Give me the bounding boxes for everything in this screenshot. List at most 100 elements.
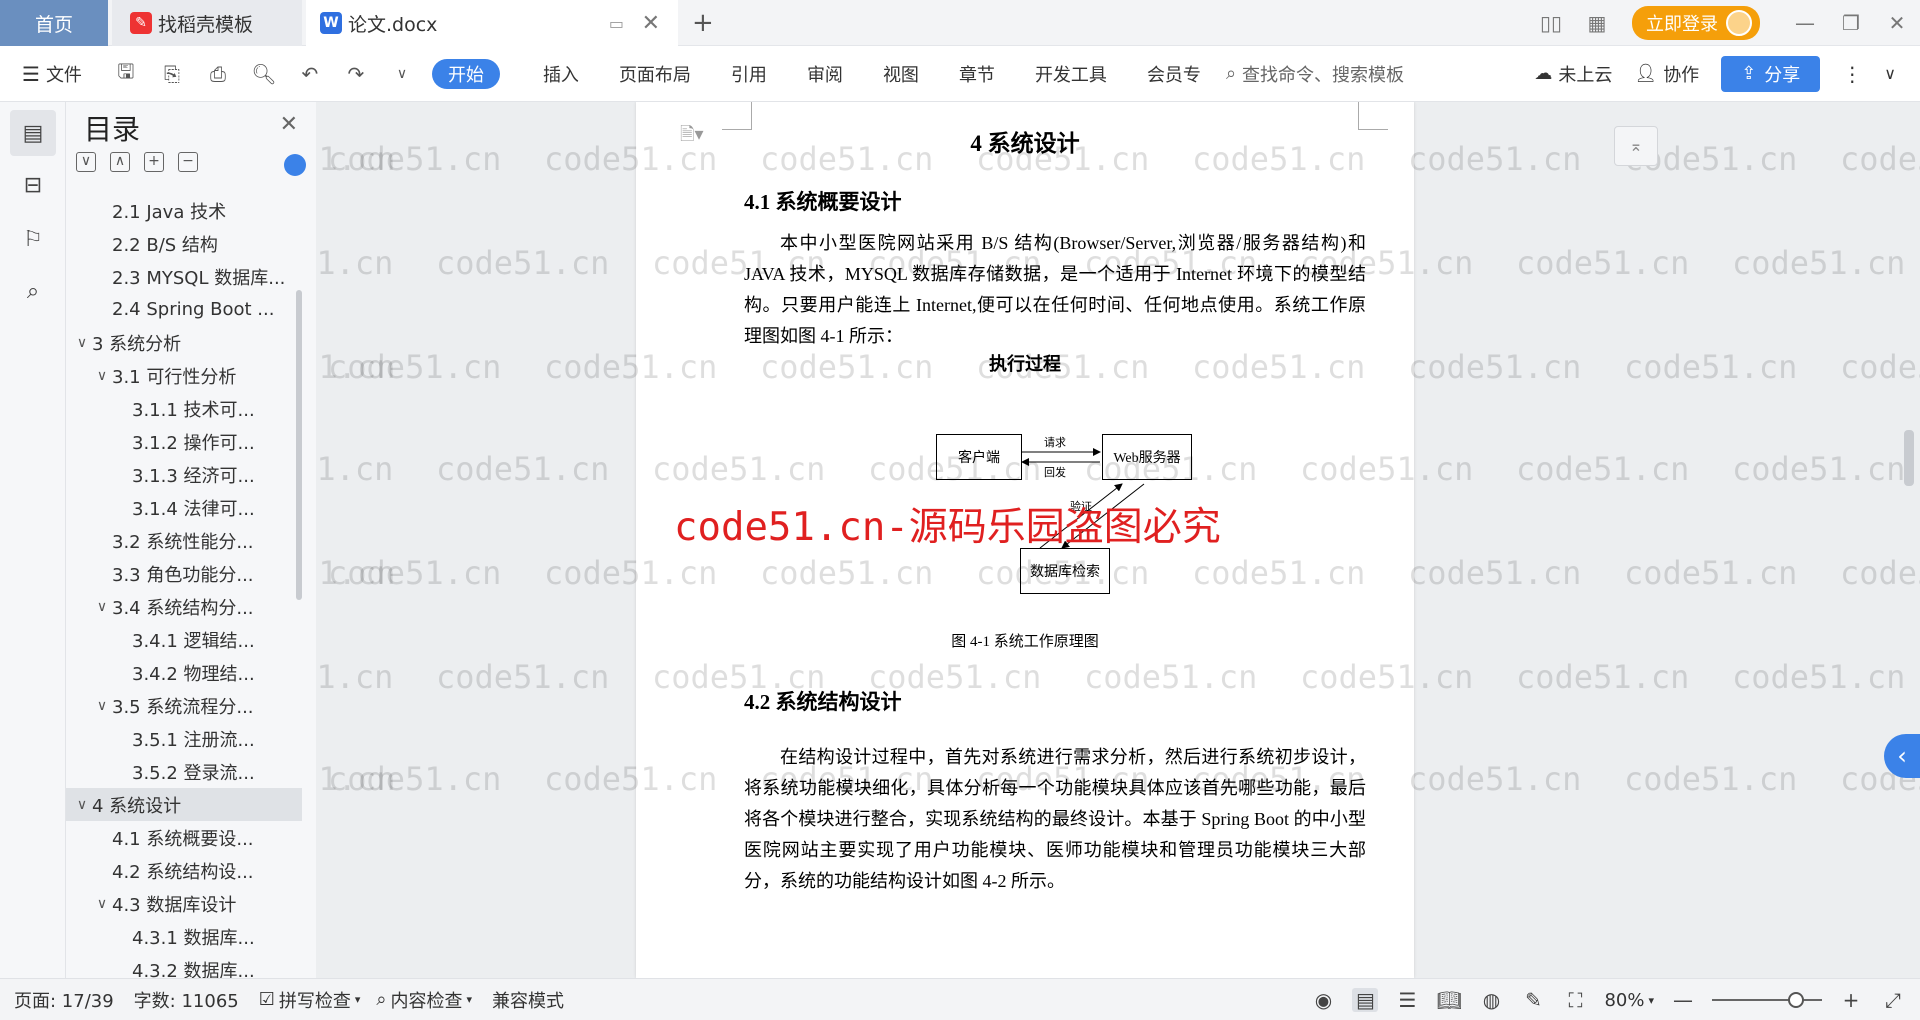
save-icon[interactable]: 🖫 (106, 59, 146, 89)
reading-view-icon[interactable]: 📖︎ (1436, 988, 1462, 1012)
file-menu[interactable]: ☰ 文件 (22, 61, 82, 87)
command-search[interactable]: ⌕ 查找命令、搜索模板 (1226, 61, 1404, 87)
fit-page-icon[interactable]: ⛶ (1562, 988, 1588, 1012)
ribbon-tab-section[interactable]: 章节 (942, 61, 1012, 87)
collab-button[interactable]: 👤︎ 协作 (1634, 61, 1699, 87)
toc-item[interactable]: 3.4.2 物理结... (66, 656, 302, 689)
print-icon[interactable]: ⎙ (198, 59, 238, 89)
toc-item[interactable]: 4.3.2 数据库... (66, 953, 302, 979)
chapter-heading[interactable]: 4 系统设计 (636, 124, 1414, 158)
zoom-slider-knob[interactable] (1788, 992, 1804, 1008)
toc-item[interactable]: 3.1.4 法律可... (66, 491, 302, 524)
toc-item[interactable]: 3.2 系统性能分... (66, 524, 302, 557)
tab-home[interactable]: 首页 (0, 0, 108, 46)
undo-icon[interactable]: ↶ (290, 59, 330, 89)
add-heading-icon[interactable]: + (144, 152, 164, 172)
toc-item[interactable]: 3.5.1 注册流... (66, 722, 302, 755)
toc-item[interactable]: 3.5.2 登录流... (66, 755, 302, 788)
toc-scrollbar[interactable] (296, 290, 302, 600)
cloud-status[interactable]: ☁ 未上云 (1534, 61, 1612, 87)
tab-document[interactable]: W 论文.docx ▭ ✕ (306, 0, 678, 46)
outline-view-icon[interactable]: ☰ (1394, 988, 1420, 1012)
toc-item[interactable]: 4.1 系统概要设... (66, 821, 302, 854)
toc-item[interactable]: 2.4 Spring Boot ... (66, 293, 302, 326)
ribbon-tab-layout[interactable]: 页面布局 (602, 61, 708, 87)
remove-heading-icon[interactable]: − (178, 152, 198, 172)
toc-item[interactable]: ∨ 4.3 数据库设计 (66, 887, 302, 920)
layout-icon[interactable]: ▯▯ (1528, 11, 1574, 35)
web-view-icon[interactable]: ◍ (1478, 988, 1504, 1012)
ai-assistant-icon[interactable] (284, 154, 306, 176)
toc-item[interactable]: ∨ 3.1 可行性分析 (66, 359, 302, 392)
tab-monitor-icon[interactable]: ▭ (609, 14, 624, 33)
ribbon-tab-developer[interactable]: 开发工具 (1018, 61, 1124, 87)
toc-item[interactable]: 2.1 Java 技术 (66, 194, 302, 227)
spell-check-button[interactable]: ☑ 拼写检查 ▾ (259, 987, 361, 1013)
toc-item[interactable]: ∨ 3.4 系统结构分... (66, 590, 302, 623)
chevron-down-icon[interactable]: ∨ (92, 698, 112, 714)
toc-close-icon[interactable]: ✕ (280, 112, 298, 137)
word-count[interactable]: 字数: 11065 (134, 987, 239, 1013)
toc-item[interactable]: ∨ 3 系统分析 (66, 326, 302, 359)
chevron-down-icon[interactable]: ∨ (92, 368, 112, 384)
toc-item[interactable]: 3.1.1 技术可... (66, 392, 302, 425)
paragraph-2[interactable]: 在结构设计过程中，首先对系统进行需求分析，然后进行系统初步设计，将系统功能模块细… (744, 742, 1366, 897)
page-indicator[interactable]: 页面: 17/39 (14, 987, 114, 1013)
ribbon-tab-view[interactable]: 视图 (866, 61, 936, 87)
tab-close-icon[interactable]: ✕ (642, 11, 660, 36)
restore-icon[interactable]: ❐ (1828, 11, 1874, 35)
ribbon-tab-home[interactable]: 开始 (431, 58, 500, 89)
ribbon-tab-insert[interactable]: 插入 (526, 61, 596, 87)
grid-apps-icon[interactable]: ▦ (1574, 11, 1620, 35)
ribbon-tab-review[interactable]: 审阅 (790, 61, 860, 87)
toc-item[interactable]: 2.3 MYSQL 数据库... (66, 260, 302, 293)
ribbon-tab-references[interactable]: 引用 (714, 61, 784, 87)
toc-item[interactable]: 3.1.2 操作可... (66, 425, 302, 458)
minimize-icon[interactable]: — (1782, 11, 1828, 35)
chevron-down-icon[interactable]: ∨ (92, 896, 112, 912)
page-view-icon[interactable]: ▤ (1352, 988, 1379, 1012)
tab-template[interactable]: ✎ 找稻壳模板 (112, 0, 302, 46)
window-close-icon[interactable]: ✕ (1874, 11, 1920, 35)
eye-protect-icon[interactable]: ◉ (1310, 988, 1336, 1012)
toc-item[interactable]: ∨ 3.5 系统流程分... (66, 689, 302, 722)
zoom-out-icon[interactable]: — (1670, 988, 1696, 1012)
ribbon-tab-member[interactable]: 会员专 (1130, 61, 1218, 87)
preview-icon[interactable]: 🔍︎ (244, 59, 284, 89)
zoom-in-icon[interactable]: + (1838, 988, 1864, 1012)
toc-item[interactable]: 4.3.1 数据库... (66, 920, 302, 953)
new-tab-icon[interactable]: + (692, 8, 714, 38)
toc-item[interactable]: 3.3 角色功能分... (66, 557, 302, 590)
write-mode-icon[interactable]: ✎ (1520, 988, 1546, 1012)
collapse-all-icon[interactable]: ∧ (110, 152, 130, 172)
section-heading-1[interactable]: 4.1 系统概要设计 (744, 186, 902, 216)
export-icon[interactable]: ⎘ (152, 59, 192, 89)
redo-icon[interactable]: ↷ (336, 59, 376, 89)
chevron-down-icon[interactable]: ∨ (72, 797, 92, 813)
navigation-icon[interactable]: ⊟ (10, 162, 56, 208)
toc-item[interactable]: 3.4.1 逻辑结... (66, 623, 302, 656)
side-tool-button[interactable]: ⌅ (1614, 126, 1658, 166)
login-button[interactable]: 立即登录 (1632, 6, 1760, 40)
toc-item[interactable]: 4.2 系统结构设... (66, 854, 302, 887)
find-icon[interactable]: ⌕ (10, 268, 56, 314)
document-scrollbar[interactable] (1904, 430, 1914, 486)
collapse-ribbon-icon[interactable]: ∨ (1884, 64, 1896, 83)
more-dropdown-icon[interactable]: ∨ (382, 59, 422, 89)
side-expand-tab[interactable]: ‹ (1884, 734, 1920, 778)
paragraph-1[interactable]: 本中小型医院网站采用 B/S 结构(Browser/Server,浏览器/服务器… (744, 228, 1366, 352)
zoom-dropdown-icon[interactable]: ▾ (1648, 994, 1654, 1007)
chevron-down-icon[interactable]: ∨ (72, 335, 92, 351)
toc-item[interactable]: ∨ 4 系统设计 (66, 788, 302, 821)
expand-all-icon[interactable]: ∨ (76, 152, 96, 172)
section-heading-2[interactable]: 4.2 系统结构设计 (744, 686, 902, 716)
share-button[interactable]: ⇪ 分享 (1721, 55, 1821, 92)
toc-item[interactable]: 3.1.3 经济可... (66, 458, 302, 491)
zoom-level[interactable]: 80% (1604, 990, 1644, 1011)
chevron-down-icon[interactable]: ∨ (92, 599, 112, 615)
fullscreen-icon[interactable]: ⤢ (1880, 988, 1906, 1012)
toc-panel-icon[interactable]: ▤ (10, 110, 56, 156)
toc-item[interactable]: 2.2 B/S 结构 (66, 227, 302, 260)
bookmark-icon[interactable]: ⚐ (10, 216, 56, 262)
zoom-slider[interactable] (1712, 992, 1822, 1008)
